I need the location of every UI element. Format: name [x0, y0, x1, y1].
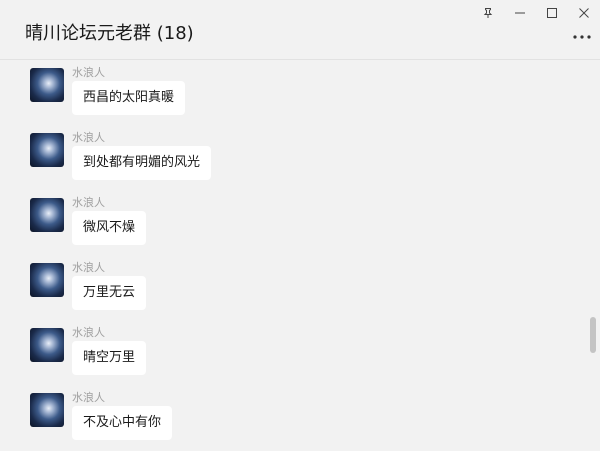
message-item: 水浪人 西昌的太阳真暖: [30, 61, 570, 121]
message-bubble[interactable]: 不及心中有你: [72, 406, 173, 440]
scrollbar[interactable]: [586, 61, 600, 451]
sender-name: 水浪人: [72, 391, 105, 404]
chat-title: 晴川论坛元老群 (18): [25, 23, 194, 44]
avatar[interactable]: [30, 328, 64, 362]
message-bubble[interactable]: 到处都有明媚的风光: [72, 146, 212, 180]
close-icon: [579, 8, 589, 18]
message-item: 水浪人 晴空万里: [30, 321, 570, 381]
pin-button[interactable]: [472, 0, 504, 26]
message-bubble[interactable]: 微风不燥: [72, 211, 147, 245]
chat-window: 晴川论坛元老群 (18) 水浪人 西昌的太阳真暖 水浪人 到处都有明媚的风光 水…: [0, 0, 600, 451]
message-item: 水浪人 微风不燥: [30, 191, 570, 251]
sender-name: 水浪人: [72, 66, 105, 79]
message-list[interactable]: 水浪人 西昌的太阳真暖 水浪人 到处都有明媚的风光 水浪人 微风不燥 水浪人 万…: [0, 61, 586, 451]
scrollbar-thumb[interactable]: [590, 317, 596, 353]
sender-name: 水浪人: [72, 326, 105, 339]
sender-name: 水浪人: [72, 131, 105, 144]
title-bar: 晴川论坛元老群 (18): [0, 0, 600, 60]
sender-name: 水浪人: [72, 196, 105, 209]
message-item: 水浪人 到处都有明媚的风光: [30, 126, 570, 186]
message-item: 水浪人 万里无云: [30, 256, 570, 316]
message-bubble[interactable]: 万里无云: [72, 276, 147, 310]
sender-name: 水浪人: [72, 261, 105, 274]
message-bubble[interactable]: 晴空万里: [72, 341, 147, 375]
message-item: 水浪人 不及心中有你: [30, 386, 570, 446]
avatar[interactable]: [30, 263, 64, 297]
avatar[interactable]: [30, 198, 64, 232]
minimize-icon: [515, 12, 525, 14]
maximize-icon: [547, 8, 557, 18]
minimize-button[interactable]: [504, 0, 536, 26]
more-options-button[interactable]: [572, 30, 592, 44]
message-bubble[interactable]: 西昌的太阳真暖: [72, 81, 186, 115]
maximize-button[interactable]: [536, 0, 568, 26]
avatar[interactable]: [30, 133, 64, 167]
close-button[interactable]: [568, 0, 600, 26]
avatar[interactable]: [30, 68, 64, 102]
window-controls: [472, 0, 600, 26]
avatar[interactable]: [30, 393, 64, 427]
more-options-icon: [573, 35, 591, 39]
pin-icon: [483, 8, 493, 18]
